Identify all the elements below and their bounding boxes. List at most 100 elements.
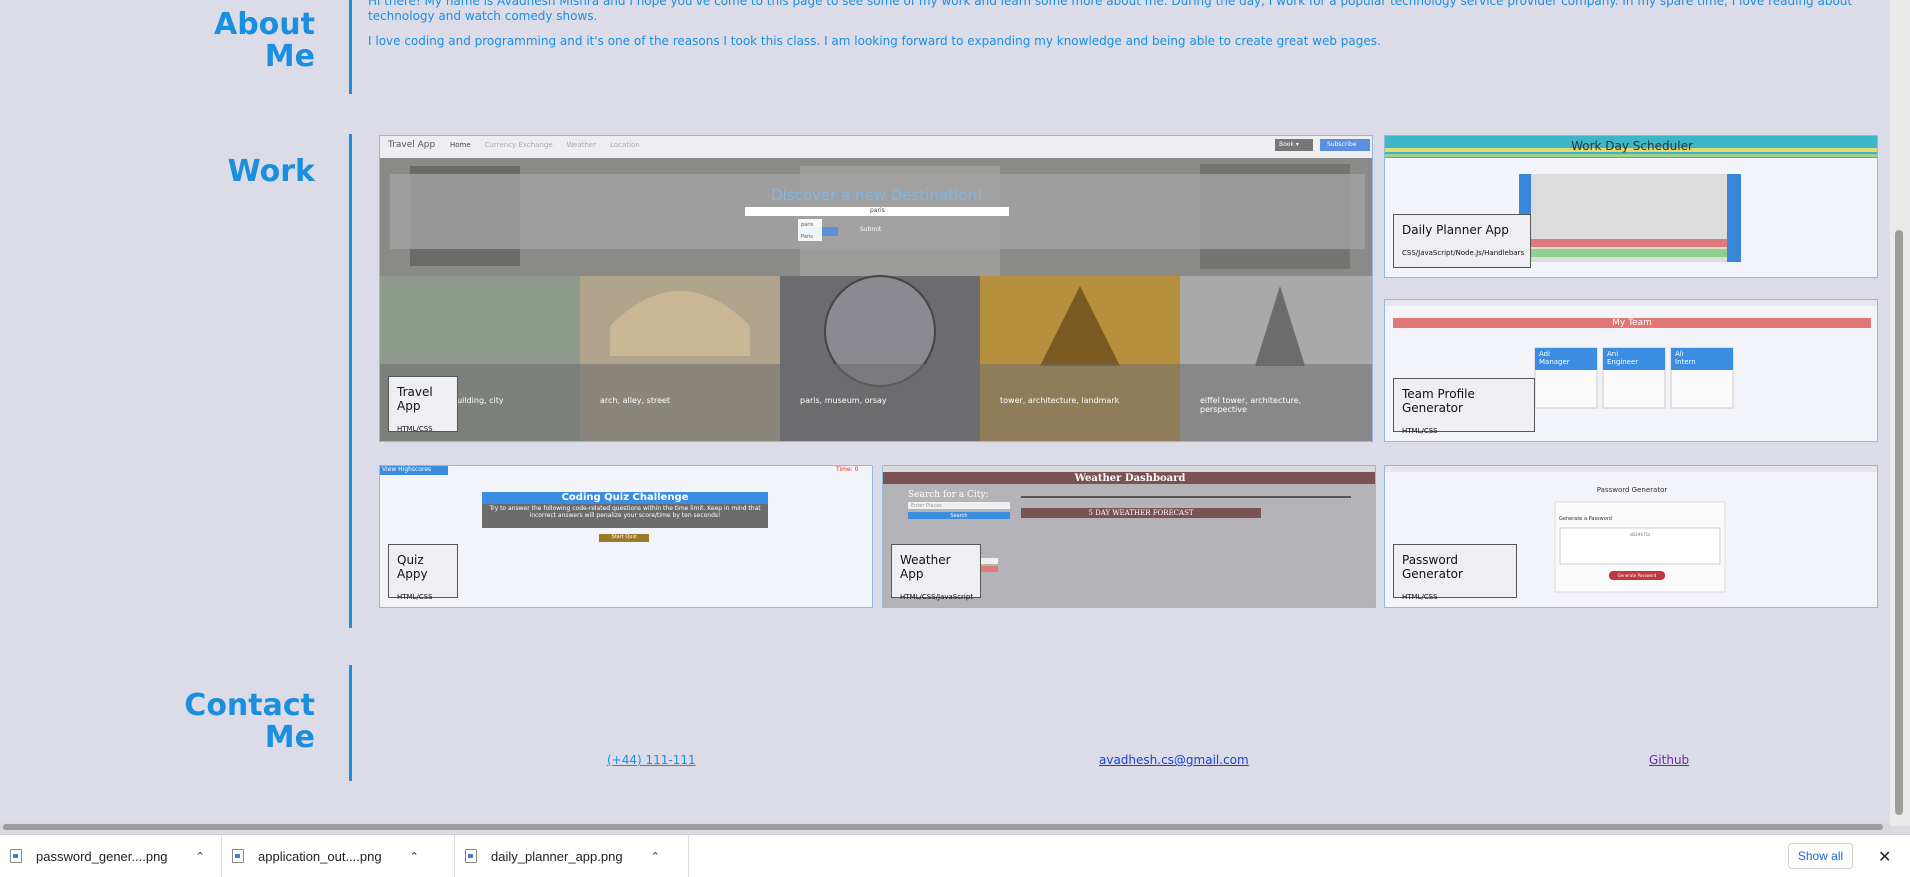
weather-search-label: Search for a City: <box>908 490 989 500</box>
weather-forecast-title: 5 DAY WEATHER FORECAST <box>1088 509 1194 517</box>
about-title-line1: About <box>213 7 315 42</box>
password-generator-caption: Password Generator HTML/CSS <box>1393 544 1517 601</box>
team-member-3: Ali Intern <box>1675 350 1696 366</box>
travel-suggestion-2: Paris <box>801 234 813 240</box>
travel-nav-weather: Weather <box>566 141 597 149</box>
team-member-2: Ani Engineer <box>1607 350 1638 366</box>
weather-caption: Weather App HTML/CSS/JavaScript <box>891 544 981 601</box>
image-file-icon <box>232 849 244 863</box>
download-item-2[interactable]: application_out....png ⌃ <box>222 835 455 877</box>
quiz-timer: Time: 0 <box>836 466 859 473</box>
team-member-2-role: Engineer <box>1607 358 1639 366</box>
download-item-2-label: application_out....png <box>258 848 382 864</box>
weather-tech: HTML/CSS/JavaScript <box>900 593 974 601</box>
travel-nav-home: Home <box>450 141 471 149</box>
quiz-tech: HTML/CSS <box>397 593 433 601</box>
contact-title-line2: Me <box>264 720 315 755</box>
weather-title: Weather App <box>900 553 951 581</box>
image-file-icon <box>10 849 22 863</box>
password-output: nB3#kT1z <box>1629 532 1651 537</box>
about-text: Hi there! My name is Avadhesh Mishra and… <box>368 0 1868 59</box>
chevron-up-icon[interactable]: ⌃ <box>651 850 660 863</box>
project-card-weather[interactable]: Weather Dashboard Search for a City: Ent… <box>882 465 1376 608</box>
team-member-2-name: Ani <box>1607 350 1619 358</box>
vertical-scrollbar-thumb[interactable] <box>1895 230 1903 815</box>
quiz-highscores-link: View Highscores <box>382 466 432 473</box>
about-title: About Me <box>214 9 315 73</box>
team-heading: My Team <box>1612 318 1652 328</box>
about-divider <box>349 0 352 94</box>
travel-tag-1: building, city <box>452 396 504 405</box>
weather-search-placeholder: Enter Places <box>911 503 942 509</box>
phone-link[interactable]: (+44) 111-111 <box>607 753 696 767</box>
team-profile-title: Team Profile Generator <box>1402 387 1475 415</box>
password-generator-title: Password Generator <box>1402 553 1463 581</box>
image-file-icon <box>465 849 477 863</box>
team-member-3-role: Intern <box>1675 358 1696 366</box>
about-paragraph-2: I love coding and programming and it's o… <box>368 34 1381 48</box>
travel-nav: Home Currency Exchange Weather Location <box>450 141 640 149</box>
chevron-up-icon[interactable]: ⌃ <box>196 850 205 863</box>
quiz-heading: Coding Quiz Challenge <box>561 492 689 503</box>
about-paragraph-1: Hi there! My name is Avadhesh Mishra and… <box>368 0 1853 23</box>
travel-suggestion-1: paris <box>801 222 814 228</box>
travel-subscribe-button: Subscribe <box>1327 141 1357 148</box>
portfolio-page: About Me Hi there! My name is Avadhesh M… <box>0 0 1890 826</box>
team-member-1-name: Adi <box>1539 350 1551 358</box>
quiz-caption: Quiz Appy HTML/CSS <box>388 544 458 601</box>
travel-hero-title: Discover a new Destination! <box>771 186 983 204</box>
team-profile-caption: Team Profile Generator HTML/CSS <box>1393 378 1535 435</box>
quiz-body: Try to answer the following code-related… <box>489 505 761 519</box>
download-item-1[interactable]: password_gener....png ⌃ <box>0 835 222 877</box>
horizontal-scrollbar-thumb[interactable] <box>3 824 1883 830</box>
download-item-1-label: password_gener....png <box>36 848 168 864</box>
password-heading: Password Generator <box>1596 486 1668 494</box>
email-link[interactable]: avadhesh.cs@gmail.com <box>1099 753 1249 767</box>
daily-planner-caption: Daily Planner App CSS/JavaScript/Node.Js… <box>1393 214 1531 268</box>
travel-app-screenshot: Travel App Home Currency Exchange Weathe… <box>380 136 1372 441</box>
about-title-line2: Me <box>264 39 315 74</box>
project-card-travel-app[interactable]: Travel App Home Currency Exchange Weathe… <box>379 135 1373 442</box>
travel-nav-currency: Currency Exchange <box>484 141 553 149</box>
vertical-scrollbar[interactable] <box>1890 0 1910 826</box>
password-subheading: Generate a Password <box>1559 516 1612 522</box>
project-card-quiz[interactable]: View Highscores Time: 0 Coding Quiz Chal… <box>379 465 873 608</box>
travel-app-caption: Travel App HTML/CSS <box>388 376 458 433</box>
team-member-1: Adi Manager <box>1539 350 1570 366</box>
close-icon[interactable]: ✕ <box>1878 847 1891 867</box>
team-member-1-role: Manager <box>1539 358 1570 366</box>
travel-book-button: Book ▾ <box>1279 141 1299 148</box>
travel-tag-2: arch, alley, street <box>600 396 671 405</box>
work-title: Work <box>227 154 315 189</box>
team-profile-tech: HTML/CSS <box>1402 427 1438 435</box>
travel-nav-location: Location <box>610 141 640 149</box>
daily-planner-tech: CSS/JavaScript/Node.Js/Handlebars <box>1402 249 1525 257</box>
travel-tag-4: tower, architecture, landmark <box>1000 396 1120 405</box>
travel-tag-3: paris, museum, orsay <box>800 396 887 405</box>
github-link[interactable]: Github <box>1649 753 1689 767</box>
contact-title-line1: Contact <box>184 688 315 723</box>
project-card-daily-planner[interactable]: Work Day Scheduler Daily Planner App CSS… <box>1384 135 1878 278</box>
show-all-button[interactable]: Show all <box>1788 843 1853 869</box>
contact-divider <box>349 665 352 781</box>
password-generate-button: Generate Password <box>1617 573 1657 578</box>
daily-planner-title: Daily Planner App <box>1402 223 1509 237</box>
quiz-title: Quiz Appy <box>397 553 428 581</box>
team-member-3-name: Ali <box>1675 350 1684 358</box>
weather-heading: Weather Dashboard <box>1074 473 1186 484</box>
travel-tag-5: eiffel tower, architecture, perspective <box>1200 396 1302 414</box>
chevron-up-icon[interactable]: ⌃ <box>410 850 419 863</box>
planner-heading: Work Day Scheduler <box>1571 139 1693 153</box>
project-card-password-generator[interactable]: Password Generator Generate a Password n… <box>1384 465 1878 608</box>
download-item-3[interactable]: daily_planner_app.png ⌃ <box>455 835 689 877</box>
travel-app-title: Travel App <box>397 385 433 413</box>
travel-search-value: paris <box>870 207 885 214</box>
weather-search-button: Search <box>950 513 968 519</box>
download-bar: password_gener....png ⌃ application_out.… <box>0 834 1910 877</box>
horizontal-scrollbar[interactable] <box>0 823 1890 831</box>
project-card-team-profile[interactable]: My Team Adi Manager Ani Engineer Ali Int… <box>1384 299 1878 442</box>
travel-submit: Submit <box>860 226 882 233</box>
quiz-start-button: Start Quiz <box>611 534 637 540</box>
travel-app-tech: HTML/CSS <box>397 425 433 433</box>
travel-brand: Travel App <box>388 140 436 150</box>
